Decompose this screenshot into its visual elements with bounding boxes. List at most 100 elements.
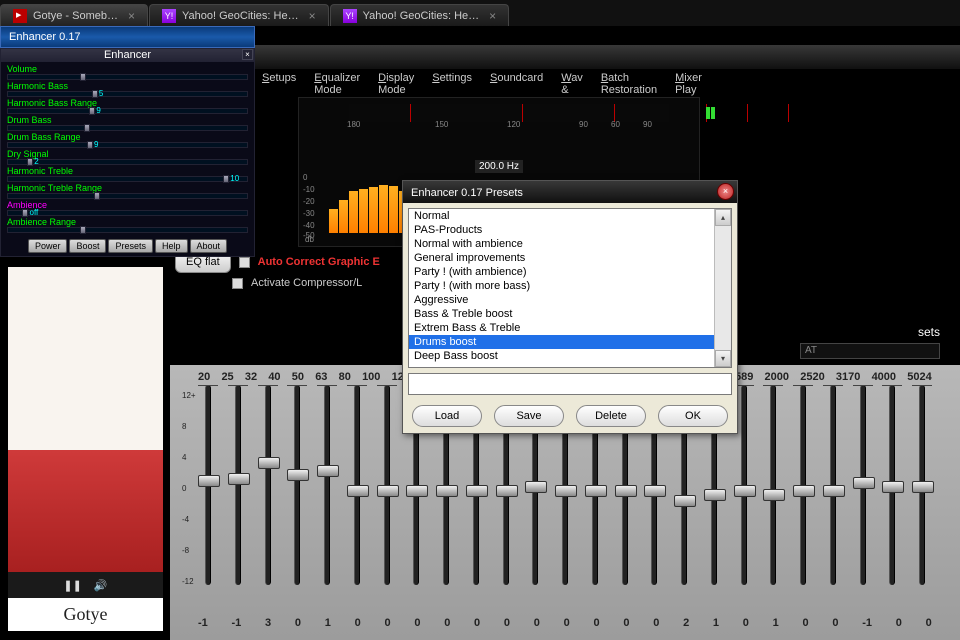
slider-thumb[interactable] — [80, 226, 86, 234]
fader-knob[interactable] — [882, 481, 904, 493]
slider-track[interactable]: 10 — [7, 176, 248, 182]
scroll-down-icon[interactable]: ▾ — [715, 350, 731, 367]
browser-tab[interactable]: Y!Yahoo! GeoCities: He…× — [149, 4, 329, 26]
slider-thumb[interactable] — [27, 158, 33, 166]
fader-track[interactable] — [770, 385, 776, 585]
enhancer-title-bar[interactable]: Enhancer 0.17 — [0, 26, 255, 48]
activate-checkbox[interactable] — [232, 278, 243, 289]
fader-knob[interactable] — [644, 485, 666, 497]
fader-knob[interactable] — [912, 481, 934, 493]
fader-knob[interactable] — [496, 485, 518, 497]
slider-thumb[interactable] — [84, 124, 90, 132]
menu-item[interactable]: Soundcard — [490, 72, 543, 88]
browser-tab[interactable]: Y!Yahoo! GeoCities: He…× — [330, 4, 510, 26]
menu-item[interactable]: Setups — [262, 72, 296, 88]
fader-track[interactable] — [800, 385, 806, 585]
slider-track[interactable]: 9 — [7, 108, 248, 114]
fader-knob[interactable] — [228, 473, 250, 485]
fader-knob[interactable] — [555, 485, 577, 497]
preset-item[interactable]: Aggressive — [409, 293, 731, 307]
tab-close-icon[interactable]: × — [128, 9, 135, 23]
fader-knob[interactable] — [763, 489, 785, 501]
slider-thumb[interactable] — [89, 107, 95, 115]
slider-track[interactable] — [7, 227, 248, 233]
slider-track[interactable]: 9 — [7, 142, 248, 148]
slider-track[interactable] — [7, 74, 248, 80]
preset-item[interactable]: Normal with ambience — [409, 237, 731, 251]
fader-knob[interactable] — [287, 469, 309, 481]
close-icon[interactable]: × — [717, 183, 734, 200]
fader-knob[interactable] — [525, 481, 547, 493]
preset-item[interactable]: Extrem Bass & Treble — [409, 321, 731, 335]
preset-name-input[interactable] — [408, 373, 732, 395]
save-button[interactable]: Save — [494, 405, 564, 427]
scroll-up-icon[interactable]: ▴ — [715, 209, 731, 226]
menu-item[interactable]: Display Mode — [378, 72, 414, 88]
enhancer-close-icon[interactable]: × — [242, 49, 253, 60]
ok-button[interactable]: OK — [658, 405, 728, 427]
menu-item[interactable]: Equalizer Mode — [314, 72, 360, 88]
fader-knob[interactable] — [258, 457, 280, 469]
fader-knob[interactable] — [615, 485, 637, 497]
delete-button[interactable]: Delete — [576, 405, 646, 427]
slider-track[interactable]: off — [7, 210, 248, 216]
fader-knob[interactable] — [853, 477, 875, 489]
help-button[interactable]: Help — [155, 239, 188, 253]
fader-knob[interactable] — [823, 485, 845, 497]
slider-thumb[interactable] — [94, 192, 100, 200]
slider-track[interactable]: 2 — [7, 159, 248, 165]
tab-close-icon[interactable]: × — [309, 9, 316, 23]
fader-knob[interactable] — [674, 495, 696, 507]
slider-track[interactable]: 5 — [7, 91, 248, 97]
fader-knob[interactable] — [704, 489, 726, 501]
about-button[interactable]: About — [190, 239, 228, 253]
slider-thumb[interactable] — [80, 73, 86, 81]
load-button[interactable]: Load — [412, 405, 482, 427]
volume-icon[interactable]: 🔊 — [94, 579, 108, 592]
scrollbar[interactable]: ▴ ▾ — [714, 209, 731, 367]
power-button[interactable]: Power — [28, 239, 68, 253]
menu-item[interactable]: Settings — [432, 72, 472, 88]
browser-tab[interactable]: Gotye - Someb…× — [0, 4, 148, 26]
fader-track[interactable] — [265, 385, 271, 585]
fader-track[interactable] — [830, 385, 836, 585]
preset-item[interactable]: Party ! (with ambience) — [409, 265, 731, 279]
fader-track[interactable] — [384, 385, 390, 585]
preset-item[interactable]: Normal — [409, 209, 731, 223]
fader-track[interactable] — [235, 385, 241, 585]
preset-item[interactable]: Drums boost — [409, 335, 731, 349]
presets-title[interactable]: Enhancer 0.17 Presets × — [403, 181, 737, 203]
menu-item[interactable]: Wav & Mp3 — [561, 72, 583, 88]
fader-track[interactable] — [354, 385, 360, 585]
fader-track[interactable] — [889, 385, 895, 585]
fader-track[interactable] — [919, 385, 925, 585]
fader-knob[interactable] — [377, 485, 399, 497]
presets-side-box[interactable]: AT — [800, 343, 940, 359]
preset-item[interactable]: General improvements — [409, 251, 731, 265]
boost-button[interactable]: Boost — [69, 239, 106, 253]
fader-track[interactable] — [860, 385, 866, 585]
slider-track[interactable] — [7, 193, 248, 199]
fader-knob[interactable] — [466, 485, 488, 497]
preset-item[interactable]: Party ! (with more bass) — [409, 279, 731, 293]
fader-knob[interactable] — [436, 485, 458, 497]
presets-button[interactable]: Presets — [108, 239, 153, 253]
slider-thumb[interactable] — [22, 209, 28, 217]
preset-item[interactable]: PAS-Products — [409, 223, 731, 237]
slider-thumb[interactable] — [92, 90, 98, 98]
preset-item[interactable]: Deep Bass boost — [409, 349, 731, 363]
fader-track[interactable] — [205, 385, 211, 585]
fader-track[interactable] — [741, 385, 747, 585]
fader-knob[interactable] — [198, 475, 220, 487]
fader-track[interactable] — [324, 385, 330, 585]
pause-icon[interactable]: ❚❚ — [63, 579, 81, 592]
slider-thumb[interactable] — [87, 141, 93, 149]
fader-knob[interactable] — [347, 485, 369, 497]
preset-item[interactable]: Bass & Treble boost — [409, 307, 731, 321]
presets-listbox[interactable]: NormalPAS-ProductsNormal with ambienceGe… — [408, 208, 732, 368]
menu-item[interactable]: Batch Restoration — [601, 72, 657, 88]
fader-knob[interactable] — [734, 485, 756, 497]
auto-correct-checkbox[interactable] — [239, 257, 250, 268]
slider-track[interactable] — [7, 125, 248, 131]
tab-close-icon[interactable]: × — [489, 9, 496, 23]
